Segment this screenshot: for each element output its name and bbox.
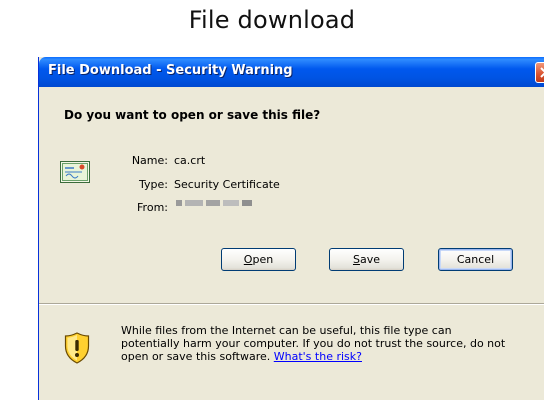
type-value: Security Certificate (174, 178, 280, 191)
save-button[interactable]: Save (329, 248, 404, 271)
open-button[interactable]: Open (221, 248, 296, 271)
name-label: Name: (131, 154, 168, 167)
cancel-button[interactable]: Cancel (438, 248, 513, 271)
cancel-label: Cancel (456, 253, 495, 266)
name-value: ca.crt (174, 154, 206, 167)
warning-message: While files from the Internet can be use… (121, 324, 544, 363)
whats-the-risk-link[interactable]: What's the risk? (274, 350, 362, 363)
warning-line-1: While files from the Internet can be use… (121, 324, 452, 337)
warning-line-3: open or save this software. What's the r… (121, 350, 544, 363)
certificate-file-icon (60, 161, 90, 183)
page-heading: File download (188, 6, 356, 34)
save-mnemonic: S (352, 253, 360, 266)
dialog-title: File Download - Security Warning (48, 63, 293, 78)
warning-line-3-text: open or save this software. (121, 350, 271, 363)
open-mnemonic: O (243, 253, 253, 266)
dialog-separator-highlight (39, 304, 544, 305)
from-label: From: (137, 201, 168, 214)
redacted-source-value (176, 200, 252, 206)
open-label: pen (252, 253, 274, 266)
type-label: Type: (139, 178, 168, 191)
save-label: ave (359, 253, 380, 266)
close-icon (540, 67, 544, 78)
shield-warning-icon (64, 332, 90, 364)
file-download-dialog: File Download - Security Warning Do you … (38, 57, 544, 400)
warning-line-2: potentially harm your computer. If you d… (121, 337, 506, 350)
close-button[interactable] (535, 62, 544, 83)
dialog-question: Do you want to open or save this file? (64, 108, 321, 122)
dialog-titlebar[interactable]: File Download - Security Warning (39, 57, 544, 87)
